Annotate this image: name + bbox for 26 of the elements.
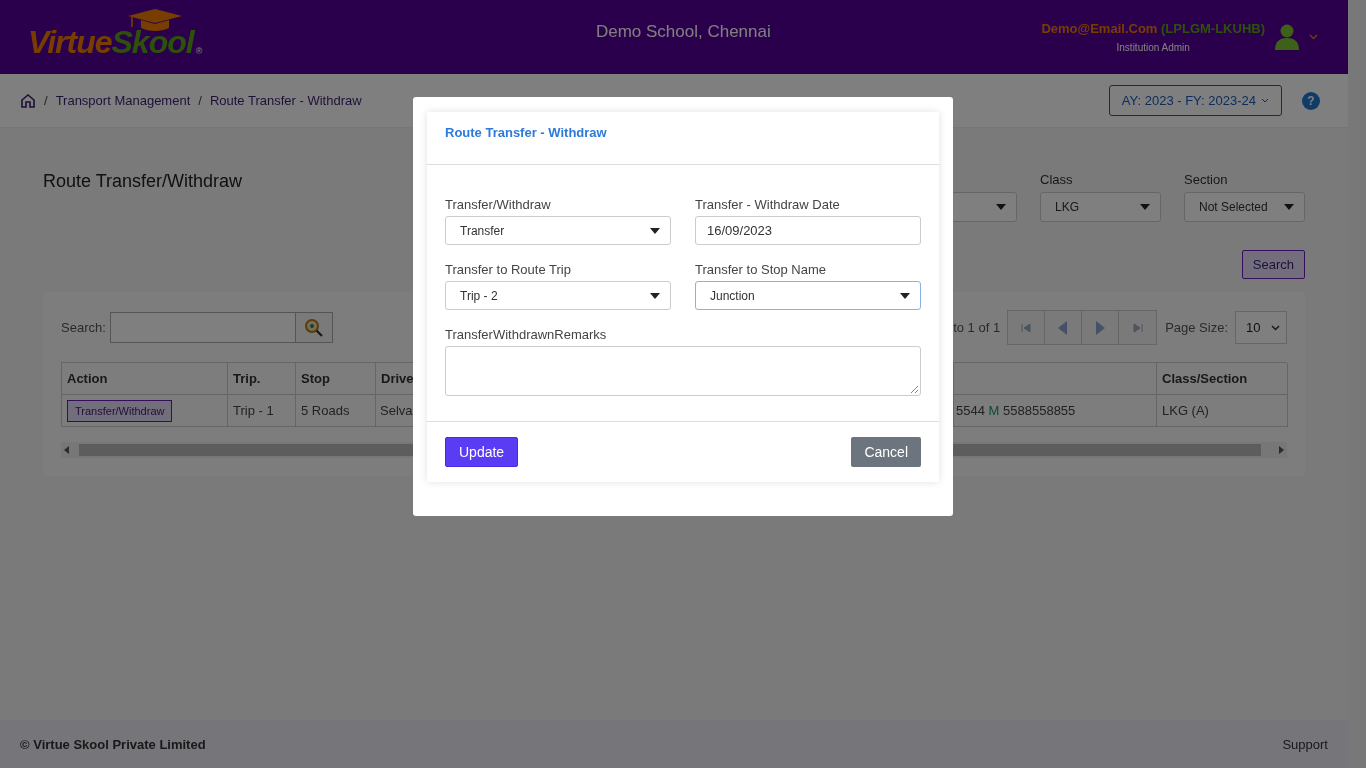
table-cell: 5544 M 5588558855 — [954, 395, 1157, 427]
breadcrumb-separator: / — [44, 93, 48, 108]
school-name: Demo School, Chennai — [594, 22, 772, 42]
filter-label: Class — [1040, 172, 1074, 188]
field-label: Transfer/Withdraw — [445, 197, 552, 212]
column-header: Action — [62, 363, 228, 395]
search-label: Search: — [61, 320, 106, 335]
breadcrumb-separator: / — [198, 93, 202, 108]
table-cell: LKG (A) — [1157, 395, 1288, 427]
modal-title: Route Transfer - Withdraw — [445, 124, 607, 140]
page-title: Route Transfer/Withdraw — [43, 171, 243, 192]
column-header: Trip. — [228, 363, 296, 395]
pagination-summary: to 1 of 1 — [953, 320, 1001, 335]
column-header: Class/Section — [1157, 363, 1288, 395]
table-cell: Trip - 1 — [228, 395, 296, 427]
field-label: Transfer to Route Trip — [445, 262, 572, 277]
user-email: Demo@Email.Com (LPLGM-LKUHB) — [1041, 21, 1265, 36]
page-size-label: Page Size: — [1165, 320, 1228, 335]
column-header: Stop — [296, 363, 376, 395]
table-cell: 5 Roads — [296, 395, 376, 427]
field-label: TransferWithdrawnRemarks — [445, 327, 608, 342]
copyright-text: © Virtue Skool Private Limited — [20, 736, 206, 752]
field-label: Transfer to Stop Name — [695, 262, 827, 277]
filter-label: Section — [1184, 172, 1229, 188]
field-label: Transfer - Withdraw Date — [695, 197, 841, 212]
user-role: Institution Admin — [1116, 42, 1190, 53]
